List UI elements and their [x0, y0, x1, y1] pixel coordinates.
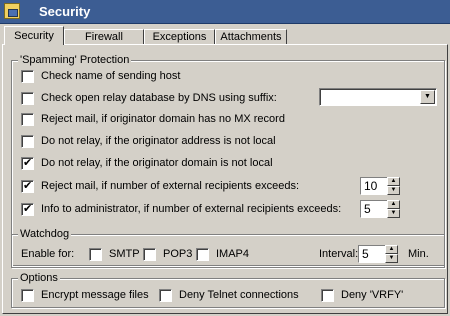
options-label: Options — [18, 272, 60, 284]
pop3-label: POP3 — [163, 248, 193, 260]
smtp-label: SMTP — [109, 248, 140, 260]
domain-not-local-option[interactable]: Do not relay, if the originator domain i… — [21, 156, 273, 170]
interval-label: Interval: — [319, 248, 359, 260]
info-admin-option[interactable]: Info to administrator, if number of exte… — [21, 202, 341, 216]
spin-down-icon[interactable]: ▼ — [385, 254, 398, 263]
info-admin-checkbox[interactable] — [21, 202, 34, 216]
open-relay-option[interactable]: Check open relay database by DNS using s… — [21, 91, 277, 105]
check-sending-host-label: Check name of sending host — [41, 70, 181, 82]
address-not-local-checkbox[interactable] — [21, 134, 34, 148]
reject-limit-spinner[interactable]: 10 ▲ ▼ — [360, 177, 400, 195]
watchdog-enable-label: Enable for: — [21, 248, 75, 260]
spin-down-icon[interactable]: ▼ — [387, 186, 400, 195]
spin-down-icon[interactable]: ▼ — [387, 209, 400, 218]
security-panel: 'Spamming' Protection Check name of send… — [2, 44, 448, 314]
spin-up-icon[interactable]: ▲ — [387, 177, 400, 186]
no-mx-option[interactable]: Reject mail, if originator domain has no… — [21, 112, 285, 126]
info-limit-spinner[interactable]: 5 ▲ ▼ — [360, 200, 400, 218]
spin-up-icon[interactable]: ▲ — [387, 200, 400, 209]
domain-not-local-checkbox[interactable] — [21, 156, 34, 170]
open-relay-label: Check open relay database by DNS using s… — [41, 92, 277, 104]
no-mx-checkbox[interactable] — [21, 112, 34, 126]
deny-telnet-checkbox[interactable] — [159, 288, 172, 302]
tab-security[interactable]: Security — [4, 26, 64, 45]
dns-suffix-dropdown[interactable]: ▼ — [319, 88, 437, 106]
reject-recipients-option[interactable]: Reject mail, if number of external recip… — [21, 179, 299, 193]
encrypt-files-option[interactable]: Encrypt message files — [21, 288, 149, 302]
deny-vrfy-label: Deny 'VRFY' — [341, 289, 404, 301]
check-sending-host-option[interactable]: Check name of sending host — [21, 69, 180, 83]
window-title: Security — [39, 4, 91, 19]
imap4-label: IMAP4 — [216, 248, 250, 260]
watchdog-pop3-option[interactable]: POP3 — [143, 247, 192, 261]
app-icon — [4, 3, 20, 19]
interval-unit: Min. — [408, 248, 429, 260]
deny-vrfy-checkbox[interactable] — [321, 288, 334, 302]
tab-exceptions[interactable]: Exceptions — [144, 29, 215, 44]
info-limit-value[interactable]: 5 — [360, 200, 387, 218]
no-mx-label: Reject mail, if originator domain has no… — [41, 113, 285, 125]
domain-not-local-label: Do not relay, if the originator domain i… — [41, 157, 273, 169]
interval-value[interactable]: 5 — [358, 245, 385, 263]
address-not-local-label: Do not relay, if the originator address … — [41, 135, 276, 147]
smtp-checkbox[interactable] — [89, 247, 102, 261]
imap4-checkbox[interactable] — [196, 247, 209, 261]
deny-vrfy-option[interactable]: Deny 'VRFY' — [321, 288, 403, 302]
reject-recipients-label: Reject mail, if number of external recip… — [41, 180, 300, 192]
title-bar: Security — [0, 0, 450, 24]
watchdog-label: Watchdog — [18, 228, 72, 240]
spin-up-icon[interactable]: ▲ — [385, 245, 398, 254]
check-sending-host-checkbox[interactable] — [21, 69, 34, 83]
watchdog-smtp-option[interactable]: SMTP — [89, 247, 140, 261]
pop3-checkbox[interactable] — [143, 247, 156, 261]
interval-spinner[interactable]: 5 ▲ ▼ — [358, 245, 398, 263]
deny-telnet-label: Deny Telnet connections — [179, 289, 299, 301]
open-relay-checkbox[interactable] — [21, 91, 34, 105]
watchdog-imap4-option[interactable]: IMAP4 — [196, 247, 249, 261]
encrypt-files-checkbox[interactable] — [21, 288, 34, 302]
tab-attachments[interactable]: Attachments — [215, 29, 287, 44]
chevron-down-icon[interactable]: ▼ — [420, 90, 435, 104]
spam-protection-label: 'Spamming' Protection — [18, 54, 132, 66]
reject-limit-value[interactable]: 10 — [360, 177, 387, 195]
deny-telnet-option[interactable]: Deny Telnet connections — [159, 288, 299, 302]
tab-firewall[interactable]: Firewall — [64, 29, 144, 44]
info-admin-label: Info to administrator, if number of exte… — [41, 203, 342, 215]
reject-recipients-checkbox[interactable] — [21, 179, 34, 193]
address-not-local-option[interactable]: Do not relay, if the originator address … — [21, 134, 276, 148]
encrypt-files-label: Encrypt message files — [41, 289, 149, 301]
